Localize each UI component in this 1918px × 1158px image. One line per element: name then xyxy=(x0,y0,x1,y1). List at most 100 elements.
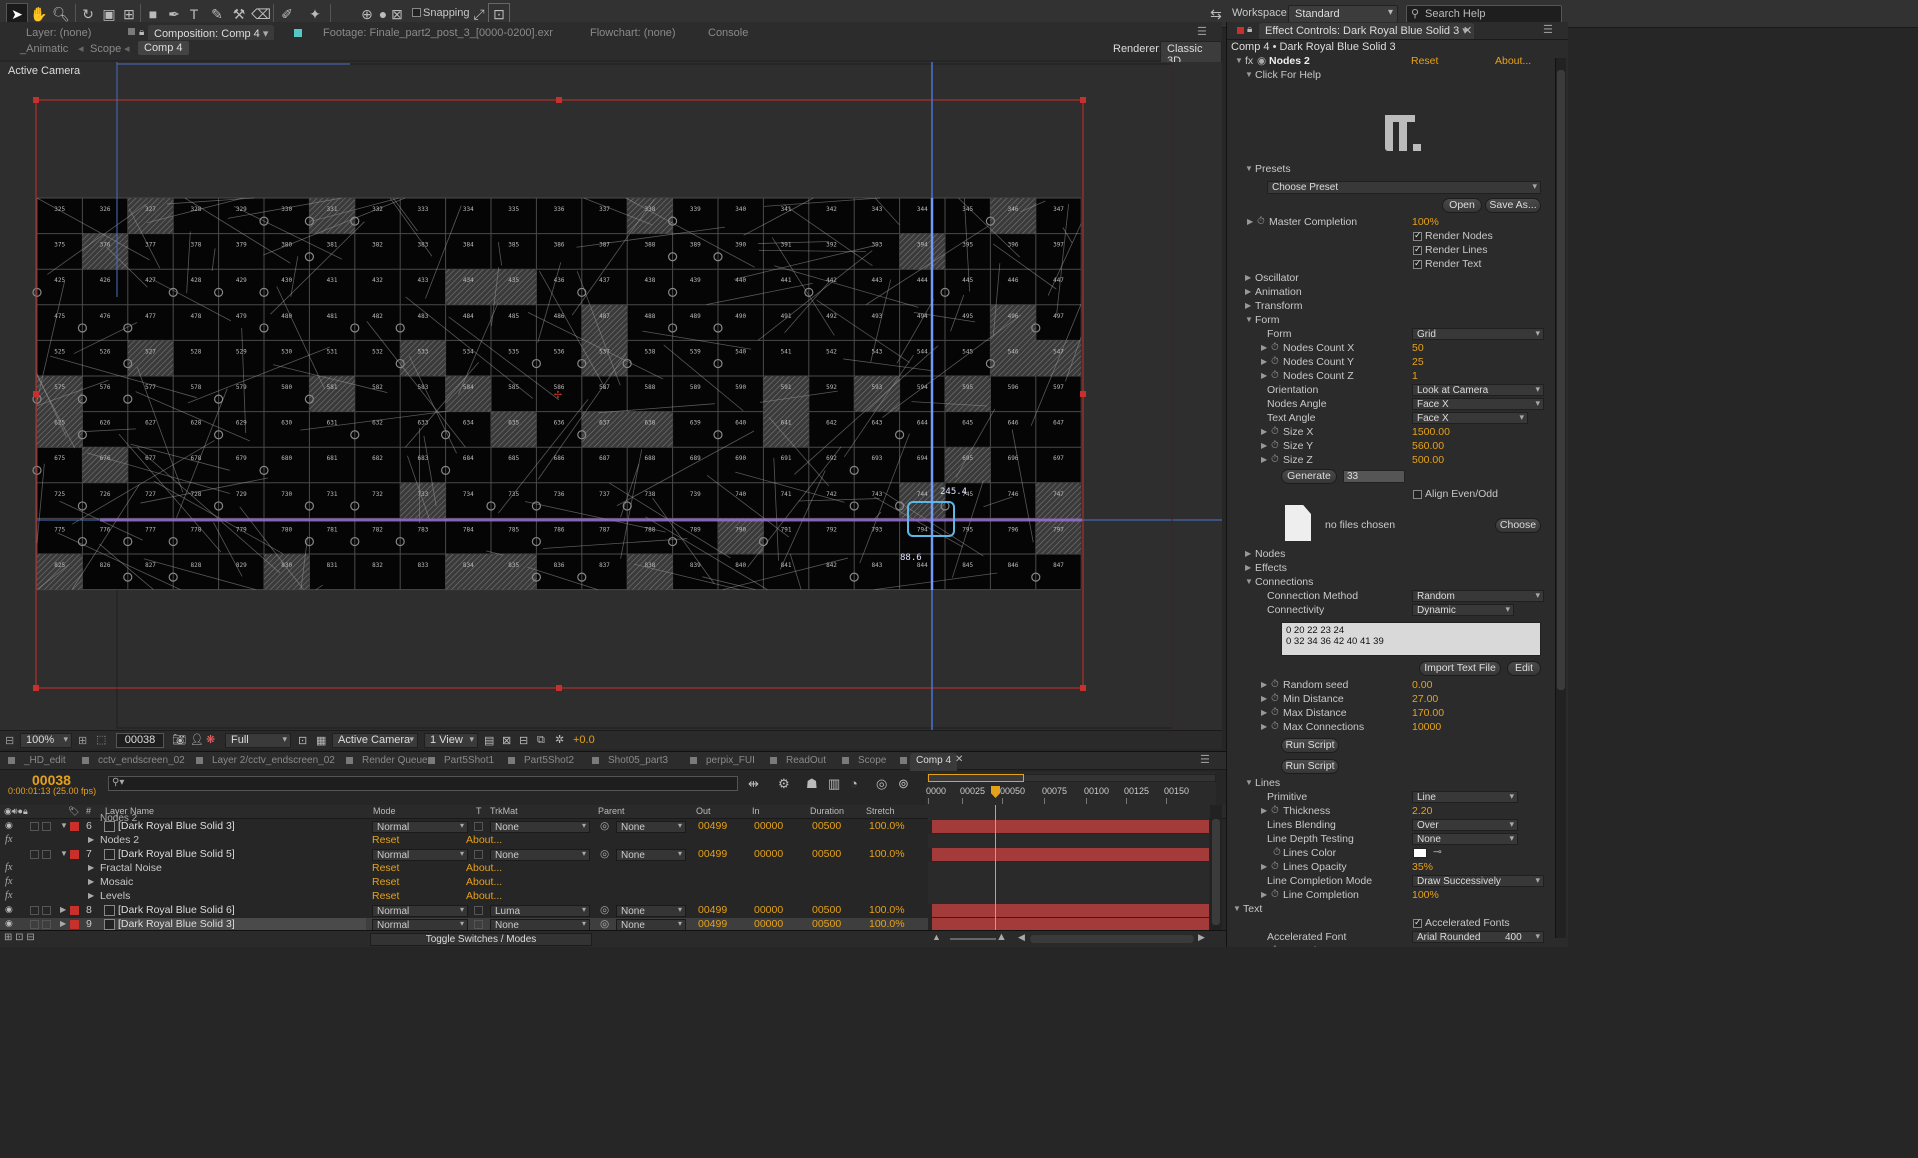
layer-row[interactable]: ▼ 7 [Dark Royal Blue Solid 5] Normal Non… xyxy=(0,848,928,862)
timeline-tab[interactable]: Shot05_part3 xyxy=(602,753,674,771)
close-tab-icon[interactable]: ✕ xyxy=(1463,24,1472,37)
fx-icon[interactable]: fx xyxy=(5,876,13,887)
fx-icon[interactable]: fx xyxy=(5,862,13,873)
master-completion-value[interactable]: 100% xyxy=(1412,216,1439,228)
stopwatch-icon[interactable]: ⏱ xyxy=(1271,342,1279,353)
work-area-bar[interactable] xyxy=(928,774,1024,782)
graph-editor-icon[interactable]: ◎ xyxy=(876,776,887,792)
render-lines-checkbox[interactable] xyxy=(1413,244,1422,255)
zoom-slider[interactable] xyxy=(950,938,996,940)
timeline-icon[interactable]: ⊟ xyxy=(519,734,528,747)
stretch[interactable]: 100.0% xyxy=(869,918,905,930)
toggle-pixel-icon[interactable]: ▤ xyxy=(484,734,494,747)
preserve-transparency-toggle[interactable] xyxy=(474,906,483,915)
form-label[interactable]: Form xyxy=(1255,314,1280,326)
reset-link[interactable]: Reset xyxy=(1411,55,1438,67)
twirl-icon[interactable]: ▶ xyxy=(88,891,94,900)
fx-icon[interactable]: fx xyxy=(5,890,13,901)
nodes-label[interactable]: Nodes xyxy=(1255,548,1285,560)
out-point[interactable]: 00499 xyxy=(698,848,727,860)
reset-link[interactable]: Reset xyxy=(372,834,399,846)
layer-name[interactable]: [Dark Royal Blue Solid 3] xyxy=(118,918,366,930)
frame-blending-icon[interactable]: ▥ xyxy=(828,776,840,792)
effect-name[interactable]: Nodes 2 xyxy=(100,834,139,846)
stretch[interactable]: 100.0% xyxy=(869,904,905,916)
about-link[interactable]: About... xyxy=(466,876,502,888)
scroll-left-icon[interactable]: ◀ xyxy=(1018,932,1025,943)
stopwatch-icon[interactable]: ⏱ xyxy=(1271,945,1279,947)
preserve-transparency-toggle[interactable] xyxy=(474,850,483,859)
connections-label[interactable]: Connections xyxy=(1255,576,1313,588)
tab-close-icon[interactable] xyxy=(900,757,907,764)
show-snapshot-icon[interactable]: 👤︎ xyxy=(190,733,204,746)
zoom-out-icon[interactable]: ▲ xyxy=(932,932,941,942)
effects-label[interactable]: Effects xyxy=(1255,562,1287,574)
region-of-interest-icon[interactable]: ⊡ xyxy=(298,734,307,747)
timeline-tab[interactable]: Part5Shot2 xyxy=(518,753,580,771)
label-color-swatch[interactable] xyxy=(70,920,79,929)
text-angle-dropdown[interactable]: Face X xyxy=(1412,412,1528,424)
always-preview-icon[interactable]: ⊟ xyxy=(5,734,14,747)
eye-icon[interactable]: ◉ xyxy=(5,918,13,929)
panel-close-icon[interactable] xyxy=(1237,27,1244,34)
parent-dropdown[interactable]: None xyxy=(616,905,686,917)
stopwatch-icon[interactable]: ⏱ xyxy=(1271,426,1279,437)
pickwhip-icon[interactable]: ◎ xyxy=(600,918,609,930)
stretch[interactable]: 100.0% xyxy=(869,820,905,832)
nodes-count-x-value[interactable]: 50 xyxy=(1412,342,1424,354)
text-group-label[interactable]: Text xyxy=(1243,903,1262,915)
solo-toggle[interactable] xyxy=(30,906,39,915)
breadcrumb-animatic[interactable]: _Animatic xyxy=(20,43,68,55)
lock-toggle[interactable] xyxy=(42,822,51,831)
panel-close-icon[interactable] xyxy=(128,28,135,35)
align-even-odd-checkbox[interactable] xyxy=(1413,490,1422,499)
snapshot-icon[interactable]: 📷︎ xyxy=(172,733,186,746)
out-point[interactable]: 00499 xyxy=(698,918,727,930)
twirl-icon[interactable]: ▶ xyxy=(88,877,94,886)
panel-menu-icon[interactable]: ☰ xyxy=(1543,23,1553,36)
lines-blending-dropdown[interactable]: Over xyxy=(1412,819,1518,831)
min-distance-value[interactable]: 27.00 xyxy=(1412,693,1438,705)
duration[interactable]: 00500 xyxy=(812,820,841,832)
resolution-dropdown[interactable]: Full xyxy=(225,733,291,748)
out-point[interactable]: 00499 xyxy=(698,904,727,916)
tab-close-icon[interactable] xyxy=(770,757,777,764)
stopwatch-icon[interactable]: ⏱ xyxy=(1271,454,1279,465)
open-button[interactable]: Open xyxy=(1442,198,1482,213)
timeline-tab[interactable]: Comp 4 xyxy=(910,753,958,771)
click-for-help[interactable]: Click For Help xyxy=(1255,69,1321,81)
effect-name[interactable]: Mosaic xyxy=(100,876,133,888)
trkmat-dropdown[interactable]: None xyxy=(490,821,590,833)
solo-toggle[interactable] xyxy=(30,920,39,929)
timeline-tab[interactable]: Scope xyxy=(852,753,892,771)
layer-name[interactable]: [Dark Royal Blue Solid 6] xyxy=(118,904,366,916)
out-point[interactable]: 00499 xyxy=(698,820,727,832)
label-color-swatch[interactable] xyxy=(70,822,79,831)
connectivity-dropdown[interactable]: Dynamic xyxy=(1412,604,1514,616)
tab-close-icon[interactable] xyxy=(690,757,697,764)
size-y-value[interactable]: 560.00 xyxy=(1412,440,1444,452)
layer-duration-bar[interactable] xyxy=(932,904,1209,917)
tab-close-icon[interactable] xyxy=(8,757,15,764)
workspace-dropdown[interactable]: Standard xyxy=(1288,5,1398,23)
solo-toggle[interactable] xyxy=(30,822,39,831)
lock-icon[interactable]: 🔒︎ xyxy=(139,27,144,38)
solo-toggle[interactable] xyxy=(30,850,39,859)
form-dropdown[interactable]: Grid xyxy=(1412,328,1544,340)
stopwatch-icon[interactable]: ⏱ xyxy=(1271,805,1279,816)
connections-text-field[interactable]: 0 20 22 23 24 0 32 34 36 42 40 41 39 xyxy=(1281,622,1541,656)
zoom-in-icon[interactable]: ▲ xyxy=(996,931,1007,943)
lines-label[interactable]: Lines xyxy=(1255,777,1280,789)
connection-method-dropdown[interactable]: Random xyxy=(1412,590,1544,602)
stretch[interactable]: 100.0% xyxy=(869,848,905,860)
parent-dropdown[interactable]: None xyxy=(616,849,686,861)
exposure-value[interactable]: +0.0 xyxy=(573,734,595,746)
line-depth-dropdown[interactable]: None xyxy=(1412,833,1518,845)
eye-icon[interactable]: ◉ xyxy=(5,820,13,831)
search-help-field[interactable]: ⚲ Search Help xyxy=(1406,5,1562,23)
parent-dropdown[interactable]: None xyxy=(616,821,686,833)
tab-close-icon[interactable] xyxy=(346,757,353,764)
brainstorm-icon[interactable]: ⊚ xyxy=(898,776,909,792)
lines-color-swatch[interactable] xyxy=(1413,848,1427,858)
primitive-dropdown[interactable]: Line xyxy=(1412,791,1518,803)
